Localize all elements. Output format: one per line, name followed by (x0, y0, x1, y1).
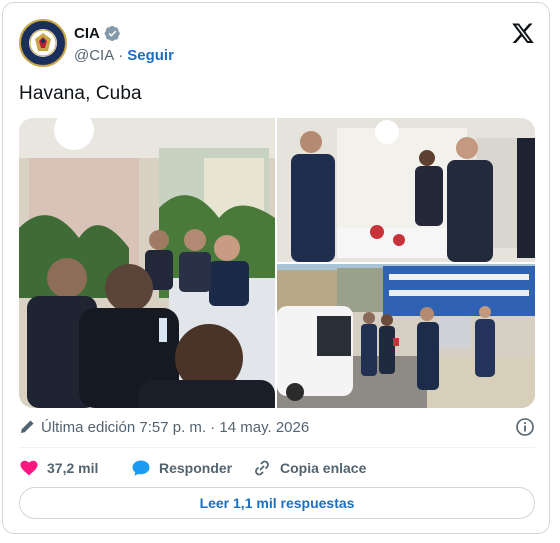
avatar[interactable] (19, 19, 67, 67)
divider (19, 447, 535, 448)
tweet-card: CIA @CIA · Seguir Havana, Cuba Última ed… (2, 2, 550, 534)
cia-seal-icon (23, 23, 63, 63)
like-button[interactable]: 37,2 mil (19, 458, 131, 478)
read-replies-button[interactable]: Leer 1,1 mil respuestas (19, 487, 535, 519)
reply-bubble-icon (131, 458, 151, 478)
photo-handshake-room[interactable] (277, 118, 535, 262)
reply-button[interactable]: Responder (131, 458, 252, 478)
link-icon (252, 458, 272, 478)
author-name[interactable]: CIA (74, 25, 100, 42)
heart-icon (19, 458, 39, 478)
tweet-media-grid (19, 118, 535, 408)
verified-badge-icon (104, 25, 121, 42)
tweet-text: Havana, Cuba (19, 83, 142, 104)
x-logo-icon[interactable] (511, 21, 535, 45)
tweet-header: CIA @CIA · Seguir (19, 19, 535, 69)
author-handle[interactable]: @CIA (74, 47, 114, 64)
info-icon[interactable] (515, 417, 535, 437)
tweet-meta: Última edición 7:57 p. m. · 14 may. 2026 (19, 416, 535, 438)
follow-button[interactable]: Seguir (127, 47, 174, 64)
handle-separator: · (118, 47, 124, 64)
like-count: 37,2 mil (47, 460, 99, 476)
reply-label: Responder (159, 460, 233, 476)
pencil-icon (19, 419, 41, 435)
tweet-actions: 37,2 mil Responder Copia enlace (19, 456, 366, 480)
photo-meeting-table[interactable] (19, 118, 275, 408)
photo-street-arrival[interactable] (277, 264, 535, 408)
edited-timestamp[interactable]: Última edición 7:57 p. m. · 14 may. 2026 (41, 419, 309, 436)
copy-link-label: Copia enlace (280, 460, 367, 476)
copy-link-button[interactable]: Copia enlace (252, 458, 366, 478)
